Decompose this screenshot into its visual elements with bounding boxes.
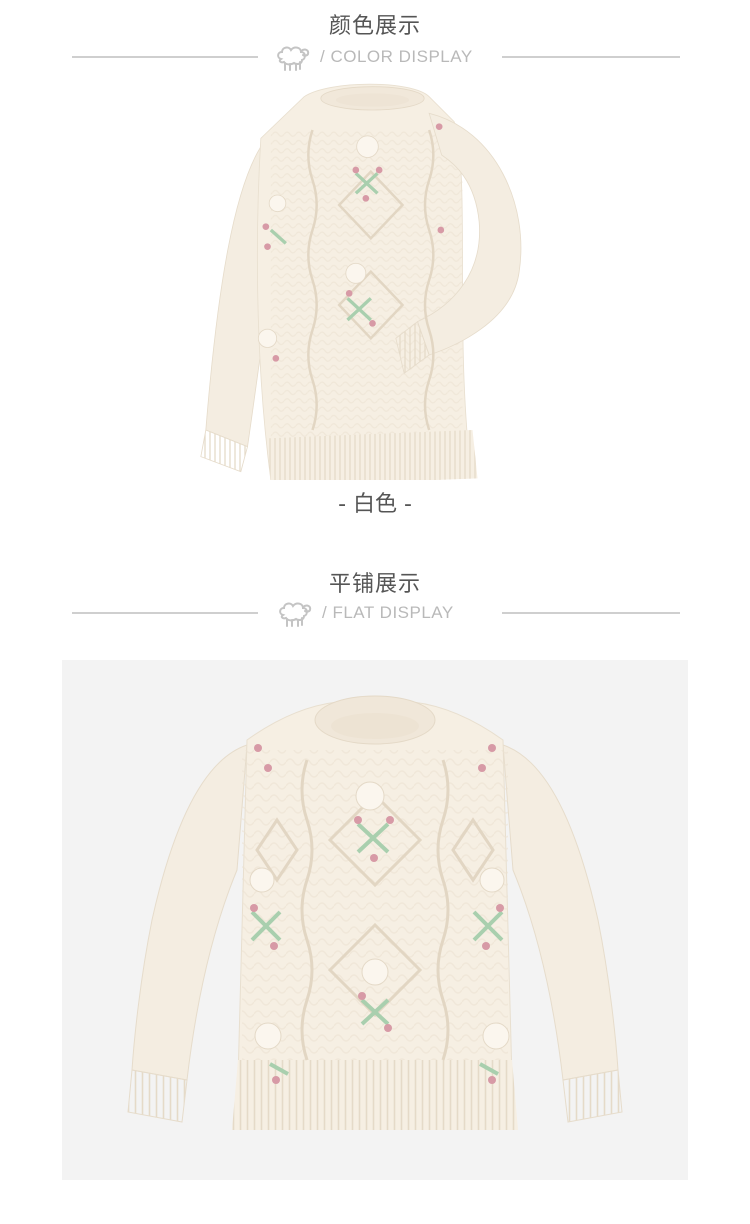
flat-section-divider: / FLAT DISPLAY bbox=[0, 598, 750, 628]
divider-line-left bbox=[72, 56, 258, 58]
flat-sweater-photo bbox=[127, 695, 623, 1130]
color-section-subtitle: / COLOR DISPLAY bbox=[320, 47, 473, 66]
sheep-icon bbox=[277, 46, 310, 71]
divider-line-right bbox=[502, 612, 680, 614]
divider-line-left bbox=[72, 612, 258, 614]
white-sweater-photo bbox=[200, 83, 522, 480]
flat-section-subtitle: / FLAT DISPLAY bbox=[322, 603, 454, 622]
color-section-title: 颜色展示 bbox=[328, 14, 421, 39]
flat-section-title: 平铺展示 bbox=[328, 572, 421, 597]
color-variant-caption: - 白色 - bbox=[338, 492, 412, 517]
divider-line-right bbox=[502, 56, 680, 58]
color-section-divider: / COLOR DISPLAY bbox=[0, 42, 750, 72]
sheep-icon bbox=[279, 602, 312, 627]
